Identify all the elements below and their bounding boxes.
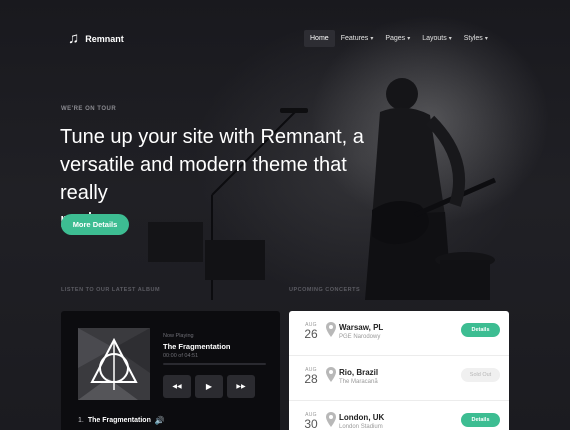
nav-item-features[interactable]: Features ▾ <box>335 30 380 47</box>
nav-item-label: Pages <box>385 35 406 42</box>
previous-button[interactable]: ◀◀ <box>163 375 191 398</box>
concerts-list: AUG 26 Warsaw, PL PGE Narodowy Details A… <box>289 311 509 430</box>
concert-city: London, UK <box>339 413 385 422</box>
concert-row: AUG 26 Warsaw, PL PGE Narodowy Details <box>289 311 509 356</box>
details-button[interactable]: Details <box>461 323 500 337</box>
player-controls: ◀◀ ▶ ▶▶ <box>163 375 255 398</box>
chevron-down-icon: ▾ <box>448 36 452 42</box>
previous-icon: ◀◀ <box>172 384 182 390</box>
speaker-icon: 🔊 <box>154 416 165 425</box>
headline-line: versatile and modern theme that really <box>60 154 347 204</box>
concert-date: AUG 26 <box>301 322 321 341</box>
nav-item-layouts[interactable]: Layouts ▾ <box>416 30 458 47</box>
next-icon: ▶▶ <box>236 384 246 390</box>
play-icon: ▶ <box>205 382 213 391</box>
chevron-down-icon: ▾ <box>407 36 411 42</box>
concerts-section-label: UPCOMING CONCERTS <box>289 287 361 293</box>
nav-item-pages[interactable]: Pages ▾ <box>379 30 416 47</box>
nav-item-label: Home <box>310 35 329 42</box>
concert-venue: London Stadium <box>339 424 383 430</box>
concert-date: AUG 30 <box>301 412 321 430</box>
next-button[interactable]: ▶▶ <box>227 375 255 398</box>
brand-logo[interactable]: ♫ Remnant <box>68 31 124 46</box>
sold-out-badge: Sold Out <box>461 368 500 382</box>
headline-line: Tune up your site with Remnant, a <box>60 126 364 148</box>
concert-venue: PGE Narodowy <box>339 334 381 340</box>
play-button[interactable]: ▶ <box>195 375 223 398</box>
map-pin-icon <box>326 322 336 337</box>
concert-day: 30 <box>304 417 318 430</box>
now-playing-title: The Fragmentation <box>163 342 231 351</box>
brand-name: Remnant <box>85 33 124 44</box>
nav-item-styles[interactable]: Styles ▾ <box>458 30 494 47</box>
main-nav: Home Features ▾ Pages ▾ Layouts ▾ Styles… <box>304 30 494 47</box>
album-section-label: LISTEN TO OUR LATEST ALBUM <box>61 287 161 293</box>
hero-eyebrow: WE'RE ON TOUR <box>61 106 117 112</box>
music-note-icon: ♫ <box>68 30 80 47</box>
nav-item-home[interactable]: Home <box>304 30 335 47</box>
details-button[interactable]: Details <box>461 413 500 427</box>
nav-item-label: Features <box>340 35 369 42</box>
album-cover-art <box>78 328 150 400</box>
audio-player: Now Playing The Fragmentation 00:00 of 0… <box>61 311 280 430</box>
map-pin-icon <box>326 367 336 382</box>
now-playing-label: Now Playing <box>163 333 194 339</box>
concert-date: AUG 28 <box>301 367 321 386</box>
track-title: The Fragmentation <box>87 417 151 424</box>
concert-city: Rio, Brazil <box>339 368 379 377</box>
more-details-button[interactable]: More Details <box>61 214 129 235</box>
concert-row: AUG 30 London, UK London Stadium Details <box>289 401 509 430</box>
concert-day: 26 <box>304 327 318 341</box>
concert-city: Warsaw, PL <box>339 323 384 332</box>
nav-item-label: Layouts <box>422 35 447 42</box>
concert-row: AUG 28 Rio, Brazil The Maracanã Sold Out <box>289 356 509 401</box>
album-cover <box>78 328 150 400</box>
track-list-item[interactable]: 1. The Fragmentation 🔊 <box>78 416 165 425</box>
concert-day: 28 <box>304 372 318 386</box>
map-pin-icon <box>326 412 336 427</box>
chevron-down-icon: ▾ <box>370 36 374 42</box>
chevron-down-icon: ▾ <box>484 36 488 42</box>
concert-venue: The Maracanã <box>339 379 378 385</box>
nav-item-label: Styles <box>463 35 483 42</box>
track-time: 00:00 of 04:51 <box>163 353 199 359</box>
progress-bar[interactable] <box>163 363 266 365</box>
track-number: 1. <box>78 417 84 424</box>
